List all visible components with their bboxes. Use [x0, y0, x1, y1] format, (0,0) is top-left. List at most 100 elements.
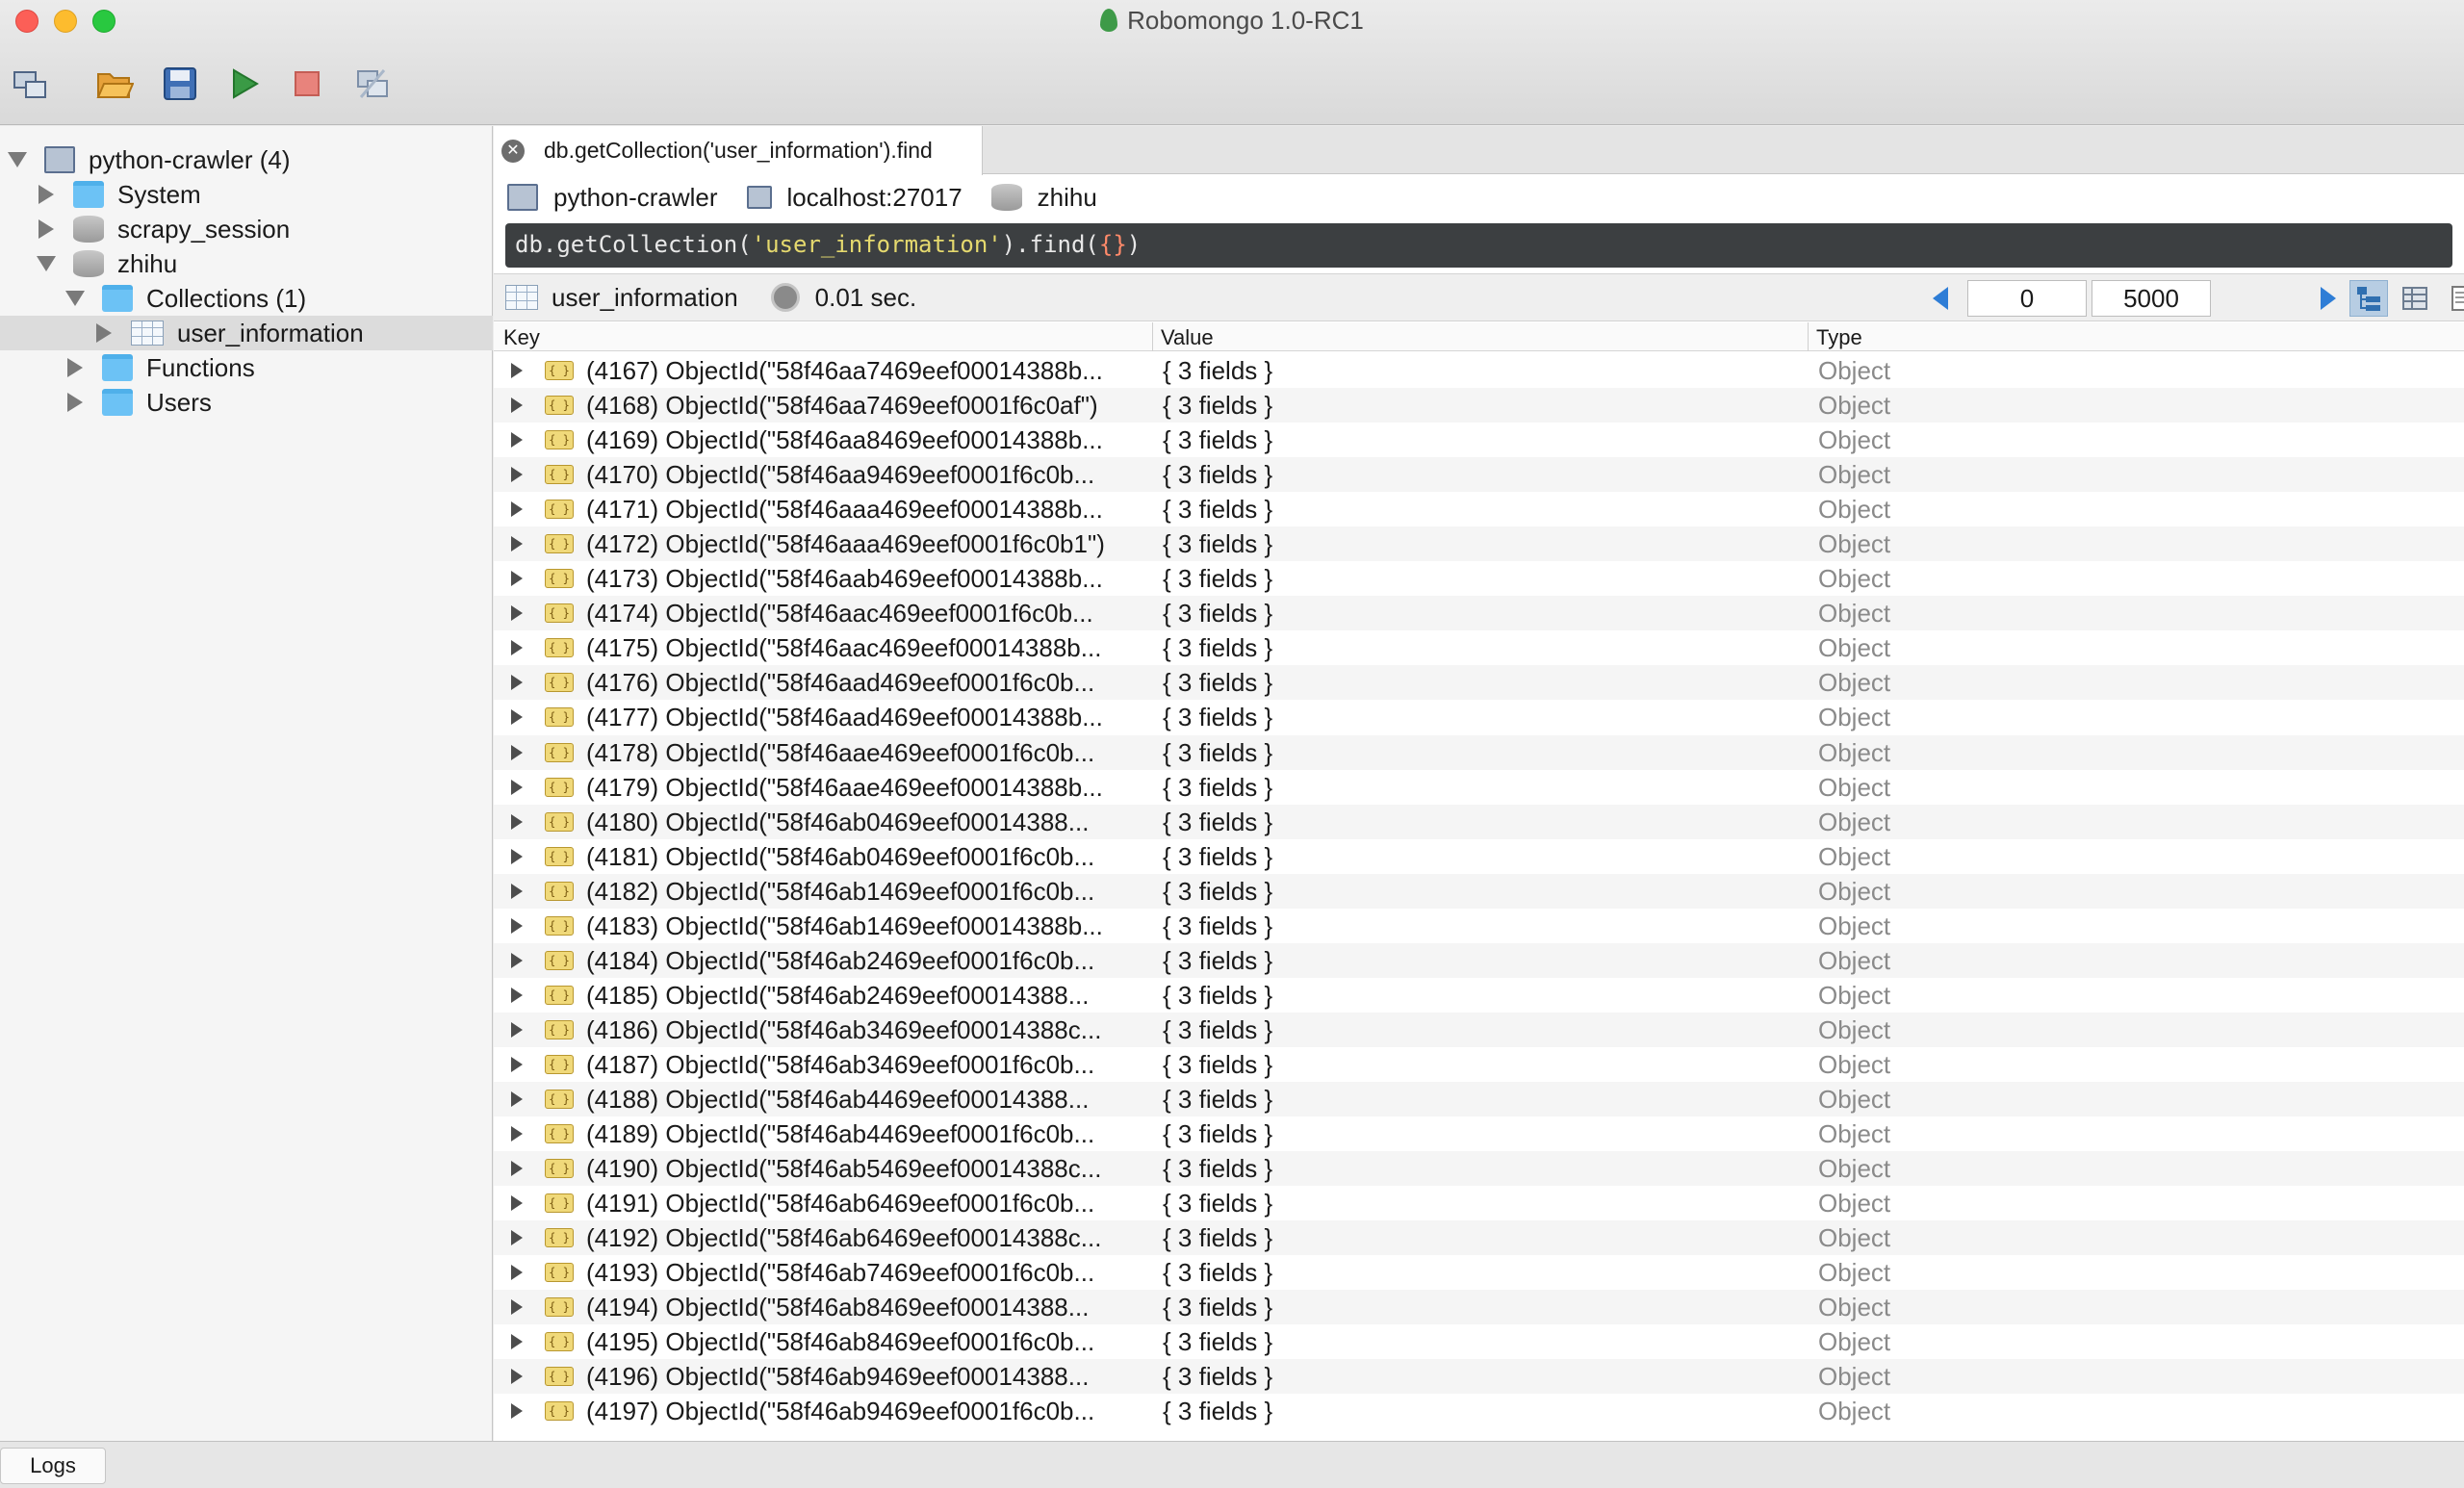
column-divider[interactable]: [1808, 322, 1809, 351]
table-row[interactable]: { } (4193) ObjectId("58f46ab7469eef0001f6…: [494, 1255, 2464, 1290]
tree-item-system[interactable]: System: [0, 177, 493, 212]
collapsed-arrow-icon[interactable]: [67, 393, 83, 412]
table-row[interactable]: { } (4190) ObjectId("58f46ab5469eef000143…: [494, 1151, 2464, 1187]
table-row[interactable]: { } (4188) ObjectId("58f46ab4469eef000143…: [494, 1081, 2464, 1117]
column-header-type[interactable]: Type: [1816, 325, 1862, 350]
tree-item-collections[interactable]: Collections (1): [0, 281, 493, 316]
expand-arrow-icon[interactable]: [511, 744, 523, 760]
table-row[interactable]: { } (4177) ObjectId("58f46aad469eef000143…: [494, 700, 2464, 734]
column-divider[interactable]: [1152, 322, 1153, 351]
expand-arrow-icon[interactable]: [511, 1403, 523, 1420]
expand-arrow-icon[interactable]: [511, 848, 523, 864]
expand-arrow-icon[interactable]: [511, 675, 523, 691]
expand-arrow-icon[interactable]: [511, 1056, 523, 1072]
table-row[interactable]: { } (4170) ObjectId("58f46aa9469eef0001f6…: [494, 457, 2464, 493]
expand-arrow-icon[interactable]: [511, 640, 523, 656]
collapsed-arrow-icon[interactable]: [38, 219, 54, 239]
table-row[interactable]: { } (4189) ObjectId("58f46ab4469eef0001f6…: [494, 1116, 2464, 1151]
table-row[interactable]: { } (4183) ObjectId("58f46ab1469eef000143…: [494, 909, 2464, 943]
tree-item-zhihu[interactable]: zhihu: [0, 246, 493, 281]
table-row[interactable]: { } (4174) ObjectId("58f46aac469eef0001f6…: [494, 596, 2464, 631]
expand-arrow-icon[interactable]: [511, 571, 523, 587]
expand-arrow-icon[interactable]: [511, 1230, 523, 1246]
expand-arrow-icon[interactable]: [511, 1265, 523, 1281]
close-icon[interactable]: ✕: [501, 139, 525, 163]
expand-arrow-icon[interactable]: [511, 1161, 523, 1177]
text-view-button[interactable]: [2442, 280, 2464, 317]
previous-page-icon[interactable]: [1933, 287, 1948, 310]
table-row[interactable]: { } (4182) ObjectId("58f46ab1469eef0001f6…: [494, 873, 2464, 909]
query-editor[interactable]: db.getCollection('user_information').fin…: [505, 223, 2452, 268]
table-row[interactable]: { } (4186) ObjectId("58f46ab3469eef000143…: [494, 1012, 2464, 1047]
next-page-icon[interactable]: [2321, 287, 2336, 310]
expand-arrow-icon[interactable]: [511, 917, 523, 934]
expand-arrow-icon[interactable]: [511, 1334, 523, 1350]
expand-arrow-icon[interactable]: [511, 1090, 523, 1107]
open-button[interactable]: [94, 64, 135, 104]
table-row[interactable]: { } (4176) ObjectId("58f46aad469eef0001f6…: [494, 665, 2464, 701]
expand-arrow-icon[interactable]: [511, 432, 523, 449]
table-row[interactable]: { } (4178) ObjectId("58f46aae469eef0001f6…: [494, 734, 2464, 770]
expand-arrow-icon[interactable]: [511, 1126, 523, 1142]
expanded-arrow-icon[interactable]: [8, 152, 27, 167]
table-row[interactable]: { } (4187) ObjectId("58f46ab3469eef0001f6…: [494, 1047, 2464, 1082]
expand-arrow-icon[interactable]: [511, 1195, 523, 1212]
expand-arrow-icon[interactable]: [511, 1021, 523, 1038]
logs-button[interactable]: Logs: [0, 1448, 106, 1484]
table-row[interactable]: { } (4169) ObjectId("58f46aa8469eef000143…: [494, 423, 2464, 457]
expand-arrow-icon[interactable]: [511, 605, 523, 622]
table-row[interactable]: { } (4196) ObjectId("58f46ab9469eef000143…: [494, 1359, 2464, 1395]
expand-arrow-icon[interactable]: [511, 883, 523, 899]
expand-arrow-icon[interactable]: [511, 1369, 523, 1385]
table-row[interactable]: { } (4191) ObjectId("58f46ab6469eef0001f6…: [494, 1186, 2464, 1220]
table-row[interactable]: { } (4167) ObjectId("58f46aa7469eef000143…: [494, 353, 2464, 388]
table-row[interactable]: { } (4195) ObjectId("58f46ab8469eef0001f6…: [494, 1324, 2464, 1359]
expand-arrow-icon[interactable]: [511, 363, 523, 378]
tab-query[interactable]: ✕ db.getCollection('user_information').f…: [494, 126, 983, 175]
stop-button[interactable]: [287, 64, 327, 104]
table-row[interactable]: { } (4175) ObjectId("58f46aac469eef000143…: [494, 630, 2464, 665]
tree-item-users[interactable]: Users: [0, 385, 493, 420]
tree-item-functions[interactable]: Functions: [0, 350, 493, 385]
column-header-value[interactable]: Value: [1161, 325, 1214, 350]
table-row[interactable]: { } (4197) ObjectId("58f46ab9469eef0001f6…: [494, 1394, 2464, 1428]
tree-item-user-information[interactable]: user_information: [0, 316, 493, 350]
expand-arrow-icon[interactable]: [511, 467, 523, 483]
expand-arrow-icon[interactable]: [511, 709, 523, 726]
tree-view-button[interactable]: [2349, 280, 2388, 317]
skip-input[interactable]: 0: [1967, 280, 2087, 317]
table-row[interactable]: { } (4181) ObjectId("58f46ab0469eef0001f6…: [494, 839, 2464, 874]
table-view-button[interactable]: [2396, 280, 2434, 317]
expand-arrow-icon[interactable]: [511, 398, 523, 414]
connect-button[interactable]: [10, 64, 50, 104]
expand-arrow-icon[interactable]: [511, 1299, 523, 1316]
table-row[interactable]: { } (4184) ObjectId("58f46ab2469eef0001f6…: [494, 942, 2464, 978]
tree-item-server[interactable]: python-crawler (4): [0, 142, 493, 177]
table-row[interactable]: { } (4192) ObjectId("58f46ab6469eef000143…: [494, 1220, 2464, 1256]
table-row[interactable]: { } (4171) ObjectId("58f46aaa469eef000143…: [494, 492, 2464, 526]
execute-button[interactable]: [223, 64, 264, 104]
expanded-arrow-icon[interactable]: [65, 291, 85, 306]
limit-input[interactable]: 5000: [2092, 280, 2211, 317]
save-button[interactable]: [160, 64, 200, 104]
expand-arrow-icon[interactable]: [511, 779, 523, 795]
table-row[interactable]: { } (4179) ObjectId("58f46aae469eef000143…: [494, 770, 2464, 805]
table-row[interactable]: { } (4185) ObjectId("58f46ab2469eef000143…: [494, 978, 2464, 1013]
collapsed-arrow-icon[interactable]: [38, 185, 54, 204]
tree-item-scrapy-session[interactable]: scrapy_session: [0, 212, 493, 246]
table-row[interactable]: { } (4173) ObjectId("58f46aab469eef000143…: [494, 561, 2464, 596]
expand-arrow-icon[interactable]: [511, 987, 523, 1003]
table-row[interactable]: { } (4180) ObjectId("58f46ab0469eef000143…: [494, 804, 2464, 839]
collapsed-arrow-icon[interactable]: [67, 358, 83, 377]
expand-arrow-icon[interactable]: [511, 536, 523, 552]
expanded-arrow-icon[interactable]: [37, 256, 56, 271]
table-row[interactable]: { } (4194) ObjectId("58f46ab8469eef000143…: [494, 1290, 2464, 1325]
expand-arrow-icon[interactable]: [511, 813, 523, 830]
collapsed-arrow-icon[interactable]: [96, 323, 112, 343]
expand-arrow-icon[interactable]: [511, 952, 523, 968]
expand-arrow-icon[interactable]: [511, 501, 523, 518]
table-row[interactable]: { } (4172) ObjectId("58f46aaa469eef0001f6…: [494, 526, 2464, 562]
table-row[interactable]: { } (4168) ObjectId("58f46aa7469eef0001f6…: [494, 388, 2464, 423]
refresh-button[interactable]: [352, 64, 393, 104]
column-header-key[interactable]: Key: [503, 325, 540, 350]
